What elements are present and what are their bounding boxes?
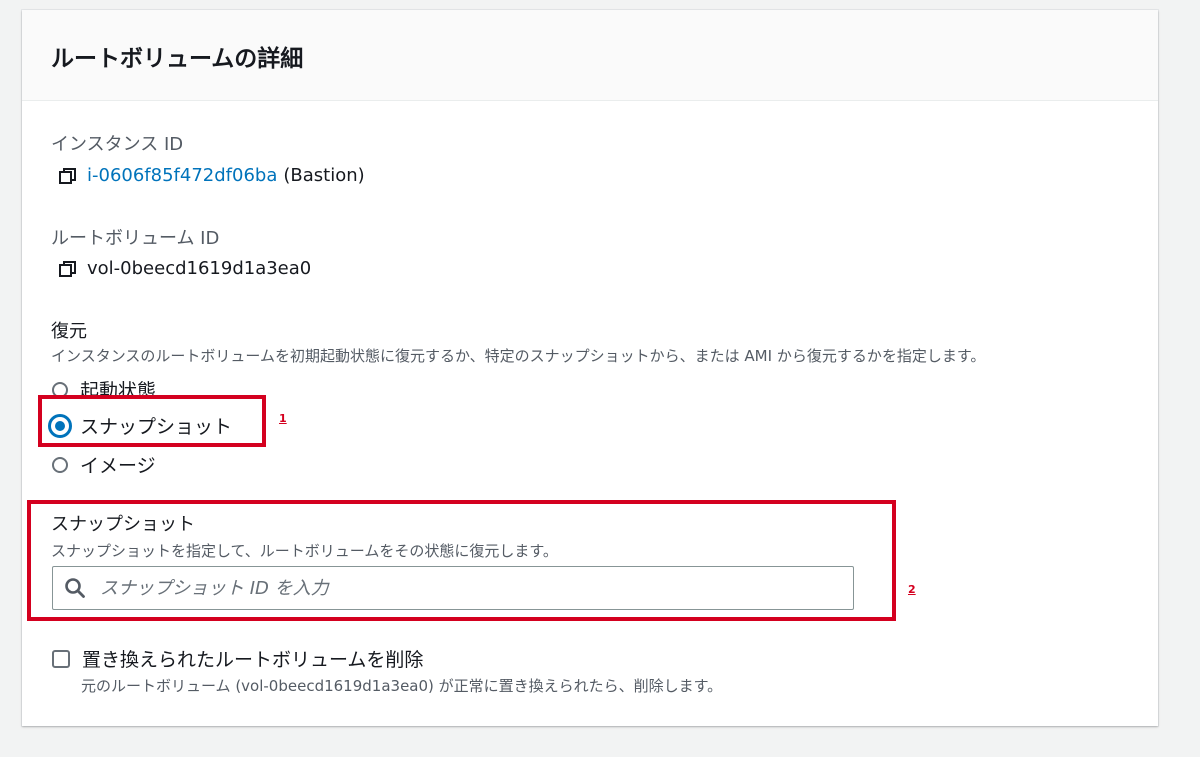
annotation-box-2 [27,500,896,621]
copy-icon[interactable] [58,166,78,186]
delete-replaced-volume-description: 元のルートボリューム (vol-0beecd1619d1a3ea0) が正常に置… [81,677,723,695]
delete-replaced-volume-option[interactable]: 置き換えられたルートボリュームを削除 [52,645,423,672]
root-volume-id-value: vol-0beecd1619d1a3ea0 [87,258,312,279]
radio-label-image: イメージ [80,455,156,477]
radio-button[interactable] [52,456,68,473]
delete-replaced-volume-checkbox[interactable] [52,649,70,668]
restore-label: 復元 [51,321,87,342]
annotation-box-1 [38,395,266,447]
panel-title: ルートボリュームの詳細 [51,46,304,72]
delete-replaced-volume-label: 置き換えられたルートボリュームを削除 [82,649,424,671]
instance-id-row: i-0606f85f472df06ba (Bastion) [58,165,365,186]
instance-id-label: インスタンス ID [51,134,184,155]
copy-icon[interactable] [58,259,78,279]
radio-image[interactable]: イメージ [52,451,156,478]
annotation-marker-2: 2 [908,583,916,596]
annotation-marker-1: 1 [279,412,287,425]
restore-description: インスタンスのルートボリュームを初期起動状態に復元するか、特定のスナップショット… [51,347,986,365]
panel-header: ルートボリュームの詳細 [22,10,1158,101]
root-volume-id-row: vol-0beecd1619d1a3ea0 [58,258,311,279]
instance-id-link[interactable]: i-0606f85f472df06ba [87,165,277,186]
root-volume-id-label: ルートボリューム ID [51,228,220,249]
instance-name: (Bastion) [283,165,365,186]
